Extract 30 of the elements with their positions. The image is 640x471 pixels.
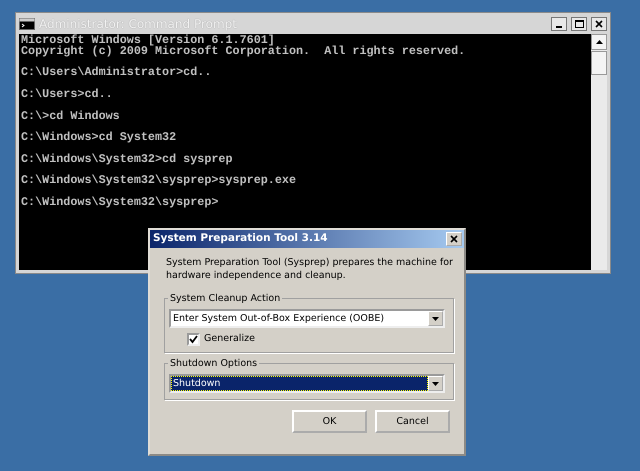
checkbox[interactable]: [187, 332, 200, 346]
scroll-up-button[interactable]: [591, 34, 607, 50]
console-line: C:\Windows\System32\sysprep>sysprep.exe: [21, 175, 297, 186]
dialog-title: System Preparation Tool 3.14: [153, 231, 328, 246]
console-line: Copyright (c) 2009 Microsoft Corporation. All rights reserved.: [21, 46, 466, 57]
dropdown-field[interactable]: Shutdown: [169, 374, 445, 394]
maximize-button[interactable]: [571, 16, 587, 30]
scroll-thumb[interactable]: [591, 51, 607, 75]
checkbox-label: Generalize: [204, 332, 255, 346]
dialog-button[interactable]: OK: [292, 410, 367, 434]
dialog-button[interactable]: Cancel: [375, 410, 450, 434]
group-label: System Cleanup Action: [168, 292, 282, 305]
minimize-button[interactable]: [551, 16, 567, 30]
close-icon: [595, 20, 603, 28]
console-line: C:\>cd Windows: [21, 110, 121, 122]
close-button[interactable]: [591, 16, 607, 30]
minimize-icon: [556, 26, 562, 28]
dropdown-field[interactable]: Enter System Out-of-Box Experience (OOBE): [169, 309, 445, 328]
console-line: C:\Windows>cd System32: [21, 132, 178, 143]
description-text: System Preparation Tool (Sysprep) prepares the machine for hardware independence and cleanup.: [166, 256, 454, 282]
close-icon: [450, 235, 458, 243]
console-line: C:\Users>cd..: [21, 88, 114, 100]
group-label: Shutdown Options: [168, 357, 260, 370]
console-line: Microsoft Windows [Version 6.1.7601]: [21, 35, 275, 46]
maximize-icon: [574, 20, 584, 28]
up-arrow-icon: [596, 40, 602, 44]
console-line: C:\Windows\System32\sysprep>: [21, 196, 220, 208]
console-line: C:\Users\Administrator>cd..: [21, 67, 212, 78]
console-line: C:\Windows\System32>cd sysprep: [21, 154, 234, 165]
console-icon: [19, 18, 35, 30]
